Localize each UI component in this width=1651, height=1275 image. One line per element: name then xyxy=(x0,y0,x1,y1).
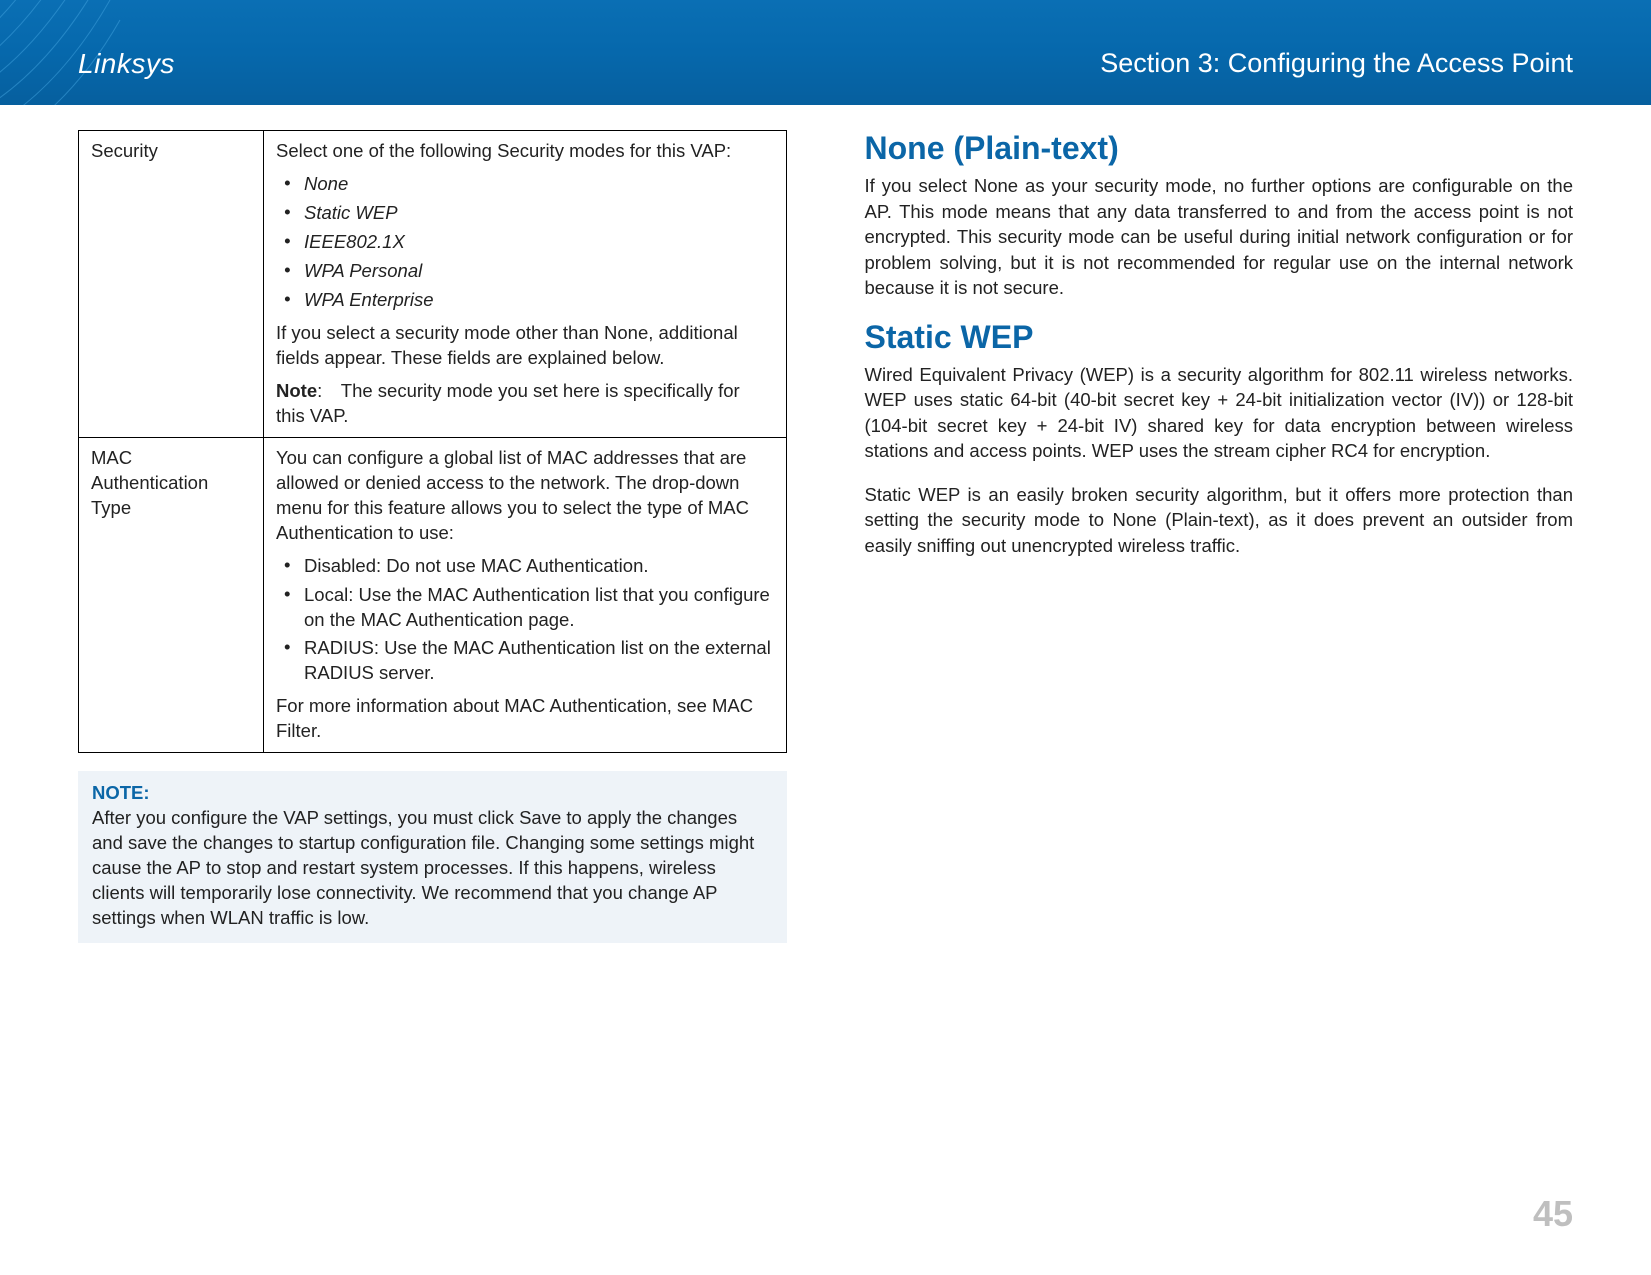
heading-none: None (Plain-text) xyxy=(865,130,1574,167)
list-item: Local: Use the MAC Authentication list t… xyxy=(276,581,774,635)
page-number: 45 xyxy=(1533,1193,1573,1235)
mac-intro: You can configure a global list of MAC a… xyxy=(276,446,774,546)
mac-after: For more information about MAC Authentic… xyxy=(276,694,774,744)
mac-options-list: Disabled: Do not use MAC Authentication.… xyxy=(276,552,774,689)
list-item: WPA Personal xyxy=(276,257,774,286)
list-item: Static WEP xyxy=(276,199,774,228)
mac-label: MAC Authentication Type xyxy=(79,437,264,753)
note-heading: NOTE: xyxy=(92,781,773,806)
security-label: Security xyxy=(79,131,264,438)
list-item: IEEE802.1X xyxy=(276,228,774,257)
note-label: Note xyxy=(276,380,317,401)
security-note: Note: The security mode you set here is … xyxy=(276,379,774,429)
left-column: Security Select one of the following Sec… xyxy=(78,130,787,1185)
note-block: NOTE: After you configure the VAP settin… xyxy=(78,771,787,943)
list-item: RADIUS: Use the MAC Authentication list … xyxy=(276,634,774,688)
mac-desc: You can configure a global list of MAC a… xyxy=(264,437,787,753)
security-modes-list: None Static WEP IEEE802.1X WPA Personal … xyxy=(276,170,774,315)
page-header: Linksys Section 3: Configuring the Acces… xyxy=(0,0,1651,105)
note-text: : The security mode you set here is spec… xyxy=(276,380,740,426)
settings-table: Security Select one of the following Sec… xyxy=(78,130,787,753)
security-desc: Select one of the following Security mod… xyxy=(264,131,787,438)
right-column: None (Plain-text) If you select None as … xyxy=(865,130,1574,1185)
table-row: MAC Authentication Type You can configur… xyxy=(79,437,787,753)
list-item: WPA Enterprise xyxy=(276,286,774,315)
paragraph-wep-1: Wired Equivalent Privacy (WEP) is a secu… xyxy=(865,362,1574,464)
list-item: None xyxy=(276,170,774,199)
security-after: If you select a security mode other than… xyxy=(276,321,774,371)
heading-static-wep: Static WEP xyxy=(865,319,1574,356)
list-item: Disabled: Do not use MAC Authentication. xyxy=(276,552,774,581)
section-title: Section 3: Configuring the Access Point xyxy=(1100,48,1573,79)
paragraph-none: If you select None as your security mode… xyxy=(865,173,1574,301)
note-body: After you configure the VAP settings, yo… xyxy=(92,806,773,931)
paragraph-wep-2: Static WEP is an easily broken security … xyxy=(865,482,1574,559)
brand-logo: Linksys xyxy=(78,48,175,80)
security-intro: Select one of the following Security mod… xyxy=(276,139,774,164)
table-row: Security Select one of the following Sec… xyxy=(79,131,787,438)
